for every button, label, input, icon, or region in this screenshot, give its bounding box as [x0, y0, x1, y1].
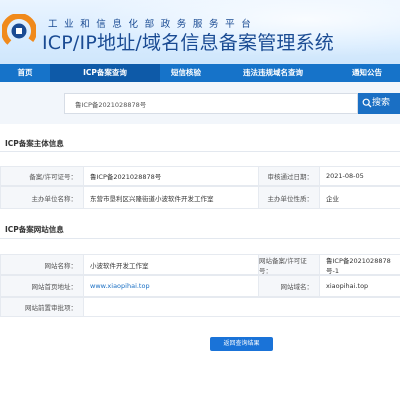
- site-header: 工业和信息化部政务服务平台 ICP/IP地址/域名信息备案管理系统: [0, 0, 400, 64]
- nav-home[interactable]: 首页: [0, 64, 50, 82]
- table-row: 主办单位名称： 东营市垦利区兴隆街道小波软件开发工作室 主办单位性质： 企业: [0, 186, 400, 209]
- site-title: ICP/IP地址/域名信息备案管理系统: [42, 32, 334, 54]
- field-label: 网站名称：: [0, 254, 84, 275]
- table-row: 网站前置审批项：: [0, 297, 400, 317]
- field-value: [84, 297, 400, 317]
- field-label: 网站前置审批项：: [0, 297, 84, 317]
- field-label: 审核通过日期：: [258, 166, 320, 186]
- nav-illegal-domain-query[interactable]: 违法违规域名查询: [212, 64, 334, 82]
- search-input[interactable]: [64, 93, 358, 114]
- table-row: 网站首页地址： www.xiaopihai.top 网站域名： xiaopiha…: [0, 275, 400, 297]
- field-value: 企业: [320, 186, 400, 209]
- field-value: 东营市垦利区兴隆街道小波软件开发工作室: [84, 186, 258, 209]
- nav-icp-query[interactable]: ICP备案查询: [50, 64, 160, 82]
- divider: [0, 151, 400, 152]
- table-row: 网站名称： 小波软件开发工作室 网站备案/许可证号： 鲁ICP备20210288…: [0, 254, 400, 275]
- search-area: 搜索: [0, 82, 400, 124]
- search-button[interactable]: 搜索: [358, 93, 400, 114]
- field-label: 网站域名：: [258, 275, 320, 297]
- nav-sms-verify[interactable]: 短信核验: [160, 64, 212, 82]
- miit-logo-icon: [2, 14, 36, 48]
- main-nav: 首页 ICP备案查询 短信核验 违法违规域名查询 通知公告: [0, 64, 400, 82]
- field-label: 主办单位性质：: [258, 186, 320, 209]
- section-title-subject: ICP备案主体信息: [5, 139, 64, 148]
- table-row: 备案/许可证号： 鲁ICP备2021028878号 审核通过日期： 2021-0…: [0, 166, 400, 186]
- field-label: 备案/许可证号：: [0, 166, 84, 186]
- field-value: 鲁ICP备2021028878号-1: [320, 254, 400, 275]
- search-button-label: 搜索: [372, 98, 391, 108]
- field-value: 鲁ICP备2021028878号: [84, 166, 258, 186]
- field-value: 小波软件开发工作室: [84, 254, 258, 275]
- search-icon: [362, 98, 372, 108]
- field-label: 网站备案/许可证号：: [258, 254, 320, 275]
- back-to-results-button[interactable]: 返回查询结果: [210, 337, 273, 351]
- field-value: xiaopihai.top: [320, 275, 400, 297]
- divider: [0, 238, 400, 239]
- nav-notices[interactable]: 通知公告: [334, 64, 400, 82]
- homepage-link[interactable]: www.xiaopihai.top: [84, 275, 258, 297]
- field-label: 网站首页地址：: [0, 275, 84, 297]
- section-title-website: ICP备案网站信息: [5, 225, 64, 234]
- field-label: 主办单位名称：: [0, 186, 84, 209]
- field-value: 2021-08-05: [320, 166, 400, 186]
